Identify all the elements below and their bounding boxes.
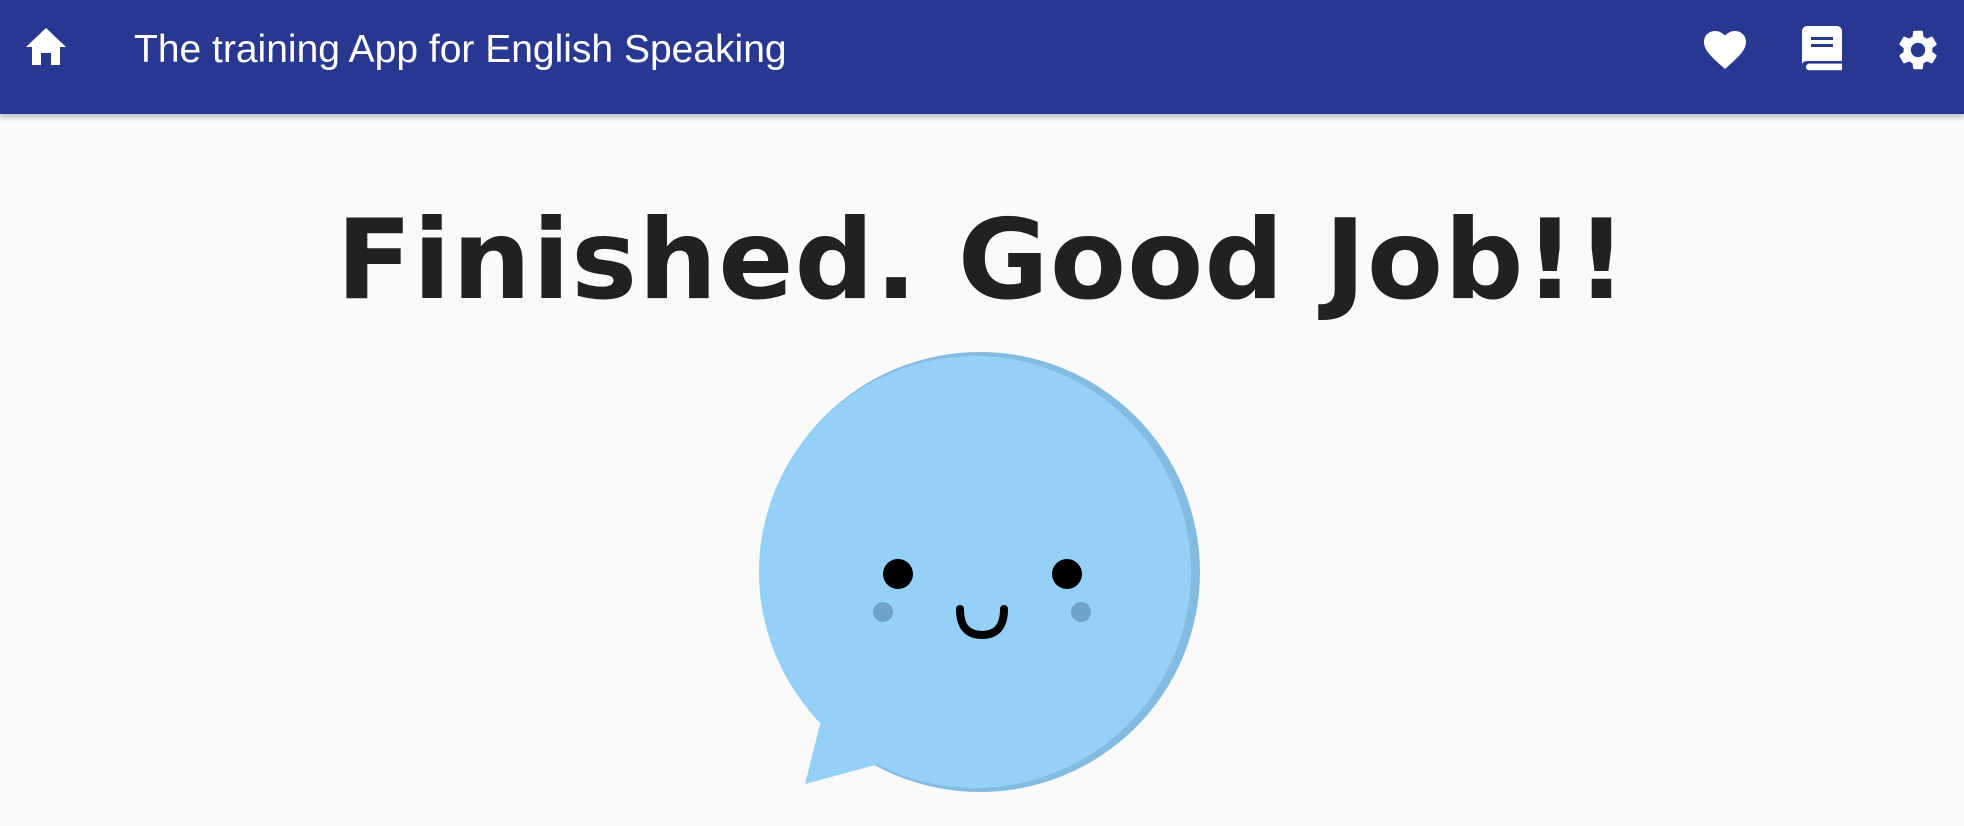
home-button[interactable] (16, 17, 76, 77)
settings-button[interactable] (1888, 17, 1948, 83)
main-content: Finished. Good Job!! (0, 114, 1964, 826)
app-title: The training App for English Speaking (134, 28, 787, 71)
app-bar: The training App for English Speaking (0, 0, 1964, 114)
gear-icon (1899, 30, 1937, 70)
home-icon (26, 28, 66, 65)
heart-icon (1704, 31, 1746, 69)
finished-headline: Finished. Good Job!! (336, 196, 1628, 325)
book-button[interactable] (1792, 17, 1852, 83)
book-icon (1802, 26, 1842, 72)
smiling-speech-bubble-illustration (759, 352, 1200, 792)
favorites-button[interactable] (1695, 17, 1755, 83)
